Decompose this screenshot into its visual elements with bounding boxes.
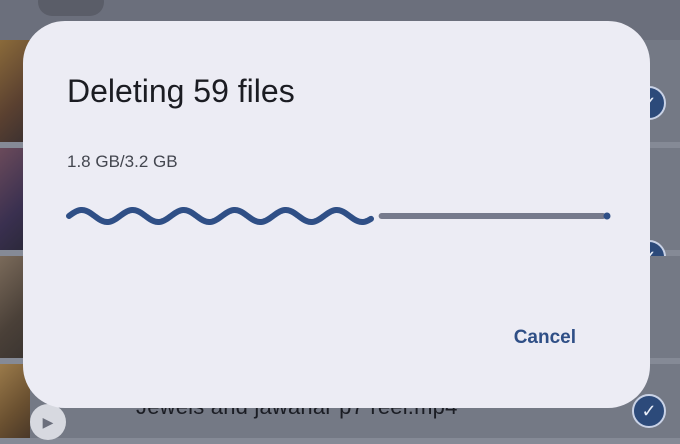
progress-text: 1.8 GB/3.2 GB bbox=[67, 152, 178, 171]
checkmark-circle-icon[interactable]: ✓ bbox=[632, 394, 666, 428]
play-icon: ▶ bbox=[30, 404, 66, 440]
delete-progress-dialog: Deleting 59 files 1.8 GB/3.2 GB Cancel bbox=[23, 21, 650, 408]
progress-indicator bbox=[66, 206, 611, 226]
top-thumbnail bbox=[38, 0, 104, 16]
dialog-title: Deleting 59 files bbox=[67, 73, 295, 109]
progress-end-dot bbox=[603, 212, 611, 220]
progress-wave bbox=[66, 206, 374, 226]
cancel-button[interactable]: Cancel bbox=[514, 327, 576, 349]
